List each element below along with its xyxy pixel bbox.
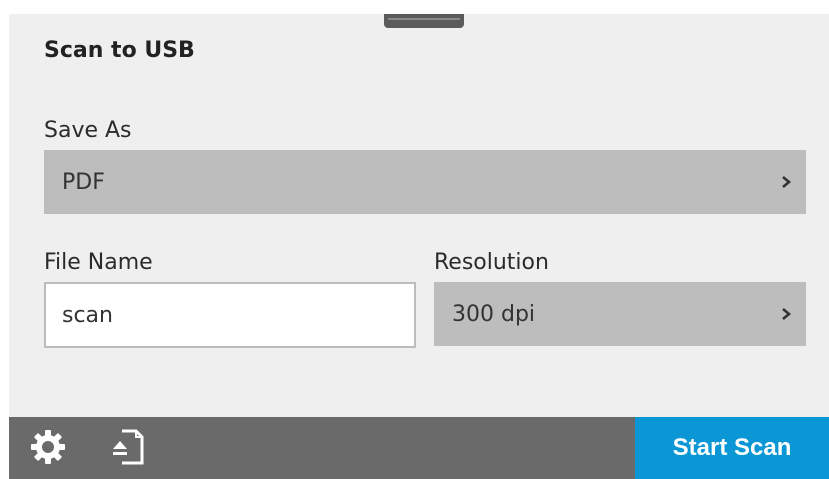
preview-button[interactable]	[106, 425, 150, 469]
drawer-handle[interactable]	[384, 14, 464, 28]
resolution-value: 300 dpi	[452, 301, 536, 327]
page-title: Scan to USB	[44, 38, 195, 63]
file-name-field[interactable]	[44, 282, 416, 348]
document-eject-icon	[113, 429, 144, 465]
save-as-label: Save As	[44, 118, 132, 143]
chevron-right-icon	[782, 176, 792, 188]
settings-button[interactable]	[26, 425, 70, 469]
scan-panel	[9, 14, 829, 417]
file-name-label: File Name	[44, 250, 153, 275]
save-as-value: PDF	[62, 169, 105, 195]
gear-icon	[31, 430, 65, 464]
save-as-select[interactable]: PDF	[44, 150, 806, 214]
chevron-right-icon	[782, 308, 792, 320]
resolution-select[interactable]: 300 dpi	[434, 282, 806, 346]
start-scan-button[interactable]: Start Scan	[635, 417, 829, 479]
resolution-label: Resolution	[434, 250, 549, 275]
